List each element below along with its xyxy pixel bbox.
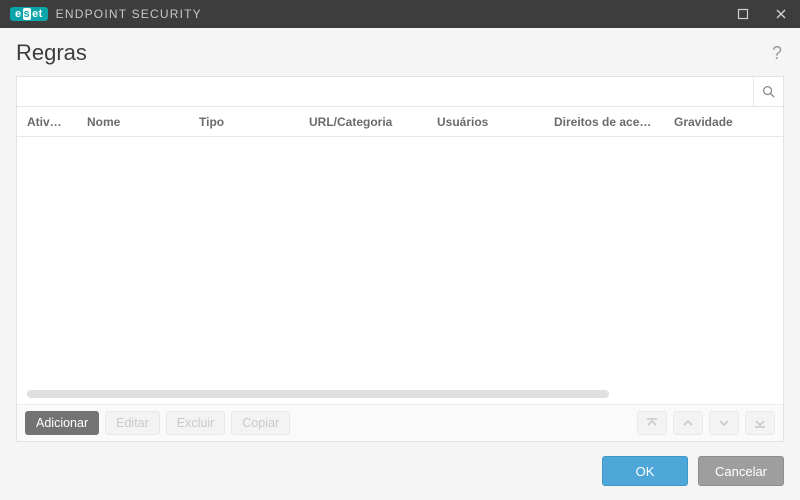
titlebar: eset ENDPOINT SECURITY (0, 0, 800, 28)
cancel-button[interactable]: Cancelar (698, 456, 784, 486)
help-icon[interactable]: ? (772, 43, 784, 64)
search-input[interactable] (17, 77, 753, 106)
column-gravidade[interactable]: Gravidade (664, 115, 783, 129)
toolbar: Adicionar Editar Excluir Copiar (17, 404, 783, 441)
window-controls (724, 0, 800, 28)
chevron-up-icon (681, 416, 695, 430)
close-button[interactable] (762, 0, 800, 28)
table-header: Ativado Nome Tipo URL/Categoria Usuários… (17, 107, 783, 137)
column-direitos[interactable]: Direitos de acesso (544, 115, 664, 129)
dialog-footer: OK Cancelar (16, 452, 784, 486)
content-area: Regras ? Ativado Nome Tipo URL/Categoria… (0, 28, 800, 500)
horizontal-scrollbar-thumb[interactable] (27, 390, 609, 398)
search-row (17, 77, 783, 107)
rules-panel: Ativado Nome Tipo URL/Categoria Usuários… (16, 76, 784, 442)
page-title: Regras (16, 40, 87, 66)
table-body[interactable] (17, 137, 783, 404)
column-tipo[interactable]: Tipo (189, 115, 299, 129)
delete-button[interactable]: Excluir (166, 411, 226, 435)
column-usuarios[interactable]: Usuários (427, 115, 544, 129)
header-row: Regras ? (16, 40, 784, 66)
edit-button[interactable]: Editar (105, 411, 160, 435)
move-bottom-button[interactable] (745, 411, 775, 435)
search-icon (761, 84, 776, 99)
move-top-button[interactable] (637, 411, 667, 435)
column-ativado[interactable]: Ativado (17, 115, 77, 129)
brand-badge: eset (10, 7, 48, 21)
copy-button[interactable]: Copiar (231, 411, 290, 435)
search-button[interactable] (753, 77, 783, 106)
move-down-button[interactable] (709, 411, 739, 435)
chevron-down-icon (717, 416, 731, 430)
column-nome[interactable]: Nome (77, 115, 189, 129)
add-button[interactable]: Adicionar (25, 411, 99, 435)
move-up-button[interactable] (673, 411, 703, 435)
column-url[interactable]: URL/Categoria (299, 115, 427, 129)
chevron-bottom-icon (753, 416, 767, 430)
maximize-button[interactable] (724, 0, 762, 28)
horizontal-scrollbar[interactable] (27, 390, 773, 398)
chevron-top-icon (645, 416, 659, 430)
product-name: ENDPOINT SECURITY (56, 7, 202, 21)
ok-button[interactable]: OK (602, 456, 688, 486)
